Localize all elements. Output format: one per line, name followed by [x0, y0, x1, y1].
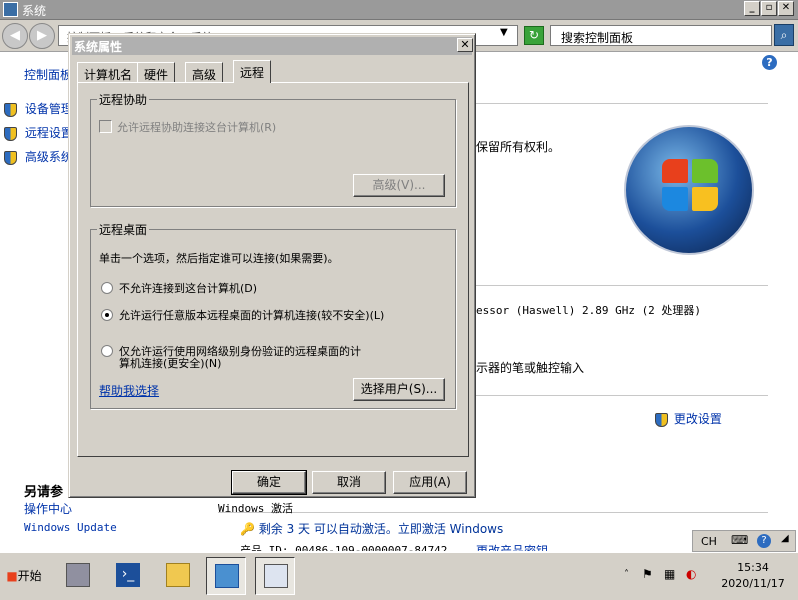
taskbar-system-properties[interactable]: [255, 557, 295, 595]
remote-assistance-label: 远程协助: [97, 91, 150, 108]
network-icon[interactable]: ▦: [664, 567, 675, 581]
minimize-button[interactable]: _: [744, 1, 760, 16]
radio-allow-any[interactable]: [101, 309, 113, 321]
see-also-action-center[interactable]: 操作中心: [24, 500, 72, 517]
maximize-button[interactable]: ▫: [761, 1, 777, 16]
search-icon[interactable]: ⌕: [774, 24, 794, 46]
cancel-button[interactable]: 取消: [312, 471, 386, 494]
shield-icon: [655, 412, 668, 427]
taskbar-explorer[interactable]: [158, 557, 198, 595]
server-manager-icon: [66, 563, 90, 587]
language-indicator[interactable]: CH: [701, 535, 717, 548]
taskbar-powershell[interactable]: ›_: [108, 557, 148, 595]
powershell-icon: ›_: [116, 563, 140, 587]
system-properties-dialog: 系统属性 ✕ 计算机名 硬件 高级 远程 远程协助 允许远程协助连接这台计算机(…: [68, 33, 476, 498]
windows-logo-icon: [624, 125, 754, 255]
change-product-key-link[interactable]: 更改产品密钥: [476, 542, 548, 551]
remote-desktop-label: 远程桌面: [97, 221, 150, 238]
shield-icon: [4, 102, 17, 117]
close-button[interactable]: ✕: [778, 1, 794, 16]
product-id: 产品 ID: 00486-109-0000007-84742: [240, 544, 448, 551]
system-tray: ˄ ⚑ ▦ ◐ 15:34 2020/11/17: [618, 559, 796, 595]
radio-dont-allow[interactable]: [101, 282, 113, 294]
taskbar-control-panel[interactable]: [206, 557, 246, 595]
tab-advanced[interactable]: 高级: [185, 62, 224, 82]
search-input[interactable]: 搜索控制面板: [550, 25, 772, 46]
taskbar: ■开始 ›_ ˄ ⚑ ▦ ◐ 15:34 2020/11/17: [0, 552, 798, 600]
activation-message[interactable]: 🔑 剩余 3 天 可以自动激活。立即激活 Windows: [240, 520, 503, 537]
search-placeholder: 搜索控制面板: [561, 31, 634, 45]
pen-touch-value: 示器的笔或触控输入: [476, 361, 585, 375]
system-window-icon: [3, 2, 18, 17]
allow-remote-assistance-checkbox[interactable]: [99, 120, 112, 133]
sidebar-item-advanced[interactable]: 高级系统: [4, 148, 73, 165]
tray-expand-icon[interactable]: ˄: [624, 569, 629, 580]
key-icon: 🔑: [240, 522, 255, 536]
apply-button[interactable]: 应用(A): [393, 471, 467, 494]
divider: [476, 395, 768, 396]
radio-allow-nla-label-2[interactable]: 算机连接(更安全)(N): [119, 355, 221, 371]
see-also-windows-update[interactable]: Windows Update: [24, 521, 117, 534]
forward-button[interactable]: ▶: [29, 23, 55, 49]
start-button[interactable]: ■开始: [2, 562, 46, 592]
tab-computer-name[interactable]: 计算机名: [77, 62, 140, 82]
divider: [218, 512, 768, 513]
copyright-text: 保留所有权利。: [476, 140, 561, 154]
advanced-button[interactable]: 高级(V)...: [353, 174, 445, 197]
dialog-close-button[interactable]: ✕: [457, 38, 473, 52]
select-users-button[interactable]: 选择用户(S)...: [353, 378, 445, 401]
sidebar-control-panel-home[interactable]: 控制面板: [24, 66, 72, 83]
radio-dont-allow-label[interactable]: 不允许连接到这台计算机(D): [119, 280, 257, 296]
change-settings-link[interactable]: 更改设置: [655, 410, 722, 427]
monitor-icon: [264, 564, 288, 588]
see-also-title: 另请参: [24, 485, 64, 500]
remote-desktop-group: 远程桌面 单击一个选项，然后指定谁可以连接(如果需要)。 不允许连接到这台计算机…: [90, 221, 456, 409]
folder-icon: [166, 563, 190, 587]
remote-assistance-group: 远程协助 允许远程协助连接这台计算机(R) 高级(V)...: [90, 91, 456, 207]
address-dropdown-icon[interactable]: ▼: [500, 27, 508, 38]
radio-allow-any-label[interactable]: 允许运行任意版本远程桌面的计算机连接(较不安全)(L): [119, 307, 384, 323]
window-title: 系统: [22, 4, 47, 18]
divider: [476, 285, 768, 286]
activation-header: Windows 激活: [218, 502, 293, 515]
remote-tab-panel: 远程协助 允许远程协助连接这台计算机(R) 高级(V)... 远程桌面 单击一个…: [77, 82, 469, 457]
shield-icon: [4, 126, 17, 141]
help-me-choose-link[interactable]: 帮助我选择: [99, 382, 159, 399]
radio-allow-nla[interactable]: [101, 345, 113, 357]
clock-time[interactable]: 15:34: [710, 561, 796, 574]
shield-icon: [4, 150, 17, 165]
processor-value: essor (Haswell) 2.89 GHz (2 处理器): [476, 304, 702, 317]
refresh-button[interactable]: ↻: [524, 26, 544, 45]
dialog-title: 系统属性: [74, 40, 123, 54]
control-panel-icon: [215, 564, 239, 588]
tab-hardware[interactable]: 硬件: [137, 62, 176, 82]
windows-flag-icon: ■: [6, 569, 18, 583]
dialog-titlebar[interactable]: 系统属性 ✕: [72, 37, 473, 55]
help-icon[interactable]: ?: [757, 534, 771, 548]
window-titlebar: 系统 _ ▫ ✕: [0, 0, 798, 20]
help-icon[interactable]: ?: [762, 55, 777, 70]
back-button[interactable]: ◀: [2, 23, 28, 49]
flag-icon[interactable]: ⚑: [642, 567, 653, 581]
allow-remote-assistance-label: 允许远程协助连接这台计算机(R): [117, 121, 277, 134]
clock-date[interactable]: 2020/11/17: [710, 577, 796, 590]
remote-desktop-instruction: 单击一个选项，然后指定谁可以连接(如果需要)。: [99, 252, 339, 265]
options-icon[interactable]: ◢: [781, 533, 789, 544]
tab-remote[interactable]: 远程: [233, 60, 272, 83]
divider: [476, 103, 768, 104]
taskbar-server-manager[interactable]: [58, 557, 98, 595]
sidebar-item-device-manager[interactable]: 设备管理: [4, 100, 73, 117]
volume-muted-icon[interactable]: ◐: [686, 567, 696, 581]
language-bar: CH ⌨ ? ◢: [692, 530, 796, 552]
sidebar-item-remote-settings[interactable]: 远程设置: [4, 124, 73, 141]
ok-button[interactable]: 确定: [231, 470, 307, 495]
keyboard-icon[interactable]: ⌨: [731, 533, 748, 547]
